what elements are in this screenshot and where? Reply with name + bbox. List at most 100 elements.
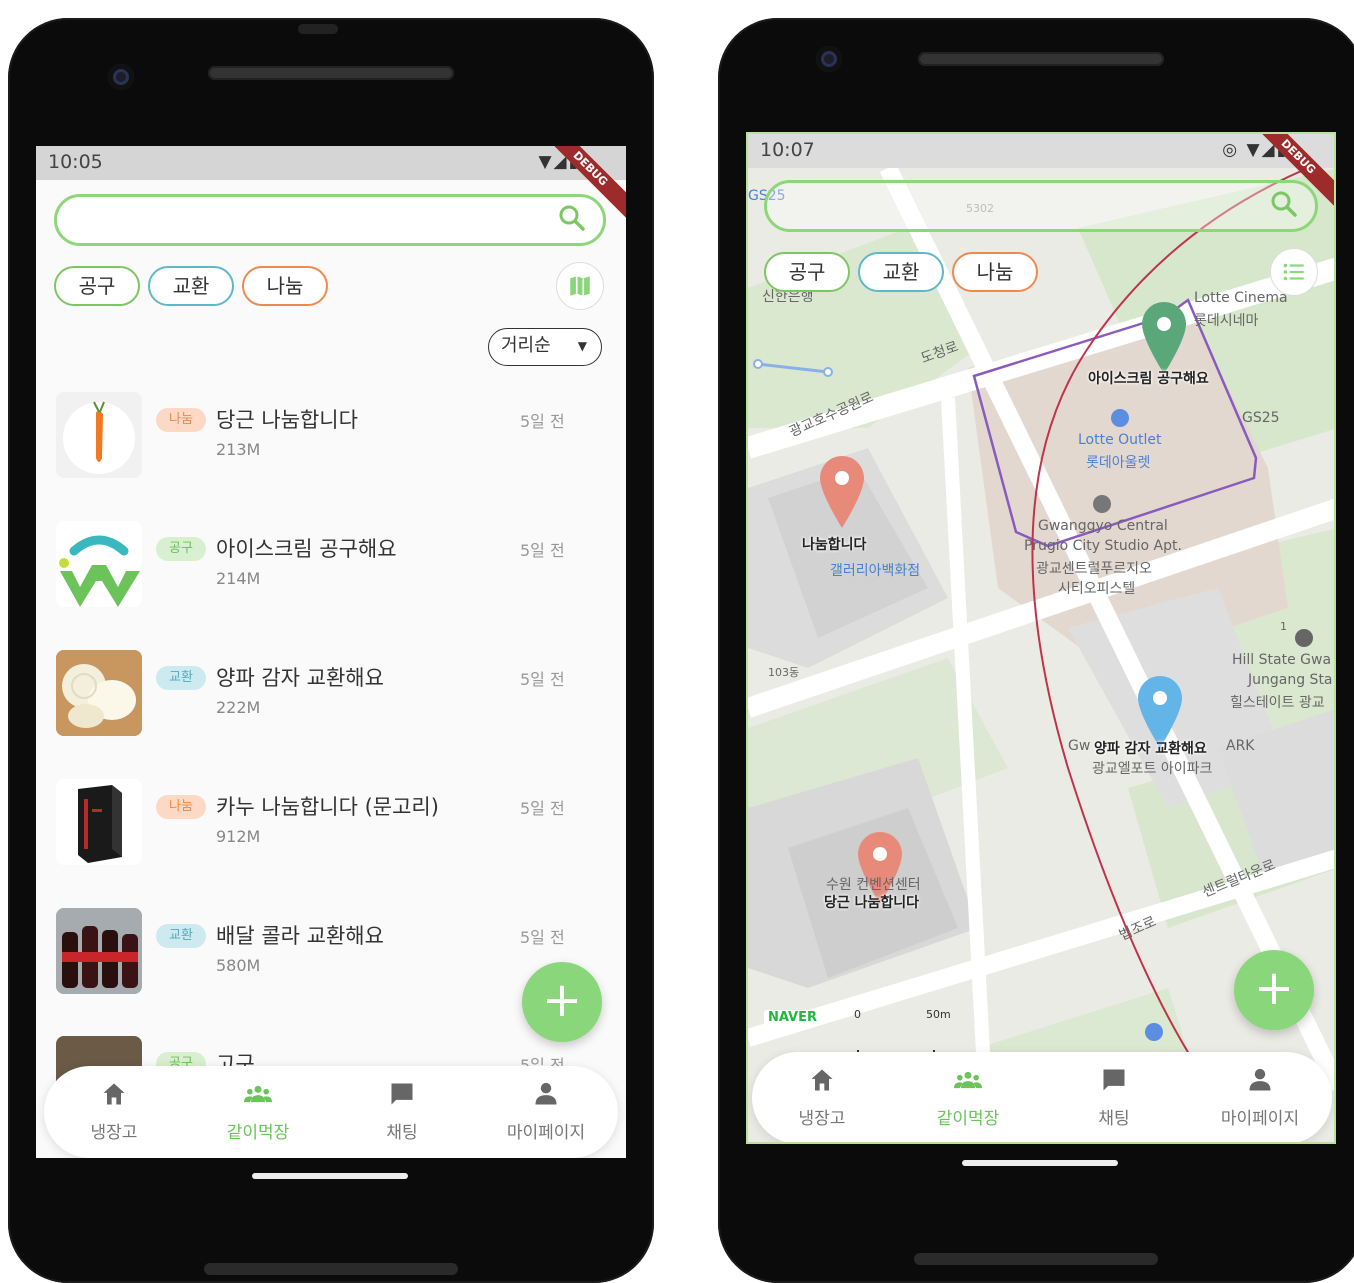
item-thumbnail: [56, 779, 142, 865]
status-time: 10:07: [760, 139, 815, 161]
nav-label: 채팅: [1098, 1109, 1130, 1129]
add-post-button[interactable]: +: [1234, 950, 1314, 1030]
group-icon: [244, 1085, 272, 1103]
item-time: 5일 전: [520, 541, 565, 560]
map-poi-label: 광교엘포트 아이파크: [1092, 761, 1213, 777]
category-badge: 공구: [156, 537, 206, 561]
sort-label: 거리순: [501, 335, 551, 356]
pin-label[interactable]: 아이스크림 공구해요: [1088, 368, 1209, 388]
map-view-button[interactable]: [556, 262, 604, 310]
bottom-speaker: [914, 1253, 1158, 1265]
item-time: 5일 전: [520, 928, 565, 947]
item-time: 5일 전: [520, 799, 565, 818]
earpiece-speaker: [208, 66, 454, 80]
coffee-box-image: [78, 785, 122, 863]
nav-label: 같이먹장: [226, 1123, 290, 1143]
search-input[interactable]: [764, 180, 1318, 232]
list-item[interactable]: 교환 배달 콜라 교환해요 580M 5일 전: [56, 908, 596, 996]
map-icon: [570, 276, 590, 296]
pin-label[interactable]: 당근 나눔합니다: [824, 892, 919, 912]
chip-filter-share[interactable]: 나눔: [952, 252, 1038, 292]
map-poi-label: 롯데시네마: [1194, 313, 1259, 329]
map-poi-label: 광교센트럴푸르지오: [1036, 561, 1152, 577]
plus-icon: +: [541, 972, 583, 1028]
category-badge: 나눔: [156, 408, 206, 432]
status-bar: 10:07 ◎ ▼◢▮ DEBUG: [748, 134, 1334, 213]
app-screen-list: 10:05 ▼◢▮ DEBUG 공구 교환 나눔 거리순 ▼ 나눔 당근 나눔합…: [36, 146, 626, 1158]
home-indicator[interactable]: [252, 1173, 408, 1179]
chip-filter-exchange[interactable]: 교환: [858, 252, 944, 292]
front-camera: [108, 64, 134, 90]
pin-label[interactable]: 양파 감자 교환해요: [1094, 738, 1207, 758]
status-bar: 10:05 ▼◢▮ DEBUG: [36, 146, 626, 225]
map-poi-label: Hill State Gwa: [1232, 652, 1332, 668]
map-poi-label: 힐스테이트 광교: [1230, 695, 1325, 711]
list-item[interactable]: 공구 아이스크림 공구해요 214M 5일 전: [56, 521, 596, 609]
map-poi-label: 수원 컨벤션센터: [826, 877, 921, 893]
nav-label: 마이페이지: [506, 1123, 586, 1143]
map-poi-label: GS25: [1242, 410, 1280, 426]
list-view-button[interactable]: [1270, 248, 1318, 296]
map-poi-label: Gw: [1068, 738, 1091, 754]
item-distance: 580M: [216, 956, 261, 975]
map-poi-label: ARK: [1226, 738, 1255, 754]
list-item[interactable]: 교환 양파 감자 교환해요 222M 5일 전: [56, 650, 596, 738]
item-title: 양파 감자 교환해요: [216, 666, 384, 690]
sort-dropdown[interactable]: 거리순 ▼: [488, 328, 602, 366]
category-badge: 나눔: [156, 795, 206, 819]
list-icon: [1283, 263, 1304, 281]
nav-tab-eat-together[interactable]: 같이먹장: [188, 1066, 328, 1158]
nav-label: 냉장고: [90, 1123, 138, 1143]
sensor: [298, 24, 338, 34]
list-item[interactable]: 나눔 카누 나눔합니다 (문고리) 912M 5일 전: [56, 779, 596, 867]
status-time: 10:05: [48, 151, 103, 173]
bottom-speaker: [204, 1263, 458, 1275]
category-badge: 교환: [156, 924, 206, 948]
search-icon[interactable]: [559, 205, 585, 231]
item-distance: 214M: [216, 569, 261, 588]
map-poi-label: Lotte Cinema: [1194, 290, 1288, 306]
nav-tab-chat[interactable]: 채팅: [1044, 1052, 1184, 1142]
add-post-button[interactable]: +: [522, 962, 602, 1042]
carrot-image: [63, 401, 135, 474]
nav-tab-mypage[interactable]: 마이페이지: [1190, 1052, 1330, 1142]
chip-filter-share[interactable]: 나눔: [242, 266, 328, 306]
chip-filter-group-buy[interactable]: 공구: [764, 252, 850, 292]
nav-tab-fridge[interactable]: 냉장고: [752, 1052, 892, 1142]
pin-label[interactable]: 나눔합니다: [802, 534, 866, 554]
plus-icon: +: [1253, 960, 1295, 1016]
item-title: 아이스크림 공구해요: [216, 537, 397, 561]
home-indicator[interactable]: [962, 1160, 1118, 1166]
item-title: 당근 나눔합니다: [216, 408, 358, 432]
group-icon: [954, 1071, 982, 1089]
map-poi-label: Gwanggyo Central: [1038, 518, 1168, 534]
chip-filter-group-buy[interactable]: 공구: [54, 266, 140, 306]
search-input[interactable]: [54, 194, 606, 246]
brand-logo-image: [59, 535, 140, 607]
map-building-label: 1: [1280, 620, 1287, 633]
item-thumbnail: [56, 908, 142, 994]
category-badge: 교환: [156, 666, 206, 690]
scale-label-end: 50m: [926, 1008, 951, 1021]
item-thumbnail: [56, 650, 142, 736]
chip-filter-exchange[interactable]: 교환: [148, 266, 234, 306]
person-icon: [535, 1082, 557, 1105]
nav-tab-fridge[interactable]: 냉장고: [44, 1066, 184, 1158]
onion-image: [56, 650, 142, 736]
nav-label: 같이먹장: [936, 1109, 1000, 1129]
item-distance: 912M: [216, 827, 261, 846]
front-camera: [816, 46, 842, 72]
search-icon[interactable]: [1271, 191, 1297, 217]
home-icon: [103, 1083, 125, 1105]
cola-bottles-image: [56, 908, 142, 994]
nav-tab-chat[interactable]: 채팅: [332, 1066, 472, 1158]
nav-tab-mypage[interactable]: 마이페이지: [476, 1066, 616, 1158]
bottom-navigation: 냉장고 같이먹장 채팅 마이페이지: [44, 1066, 618, 1158]
nav-label: 냉장고: [798, 1109, 846, 1129]
list-item[interactable]: 나눔 당근 나눔합니다 213M 5일 전: [56, 392, 596, 480]
item-title: 배달 콜라 교환해요: [216, 924, 384, 948]
nav-tab-eat-together[interactable]: 같이먹장: [898, 1052, 1038, 1142]
map-poi-label: Prugio City Studio Apt.: [1024, 538, 1182, 554]
map-poi-label: 갤러리아백화점: [830, 563, 921, 579]
item-time: 5일 전: [520, 670, 565, 689]
